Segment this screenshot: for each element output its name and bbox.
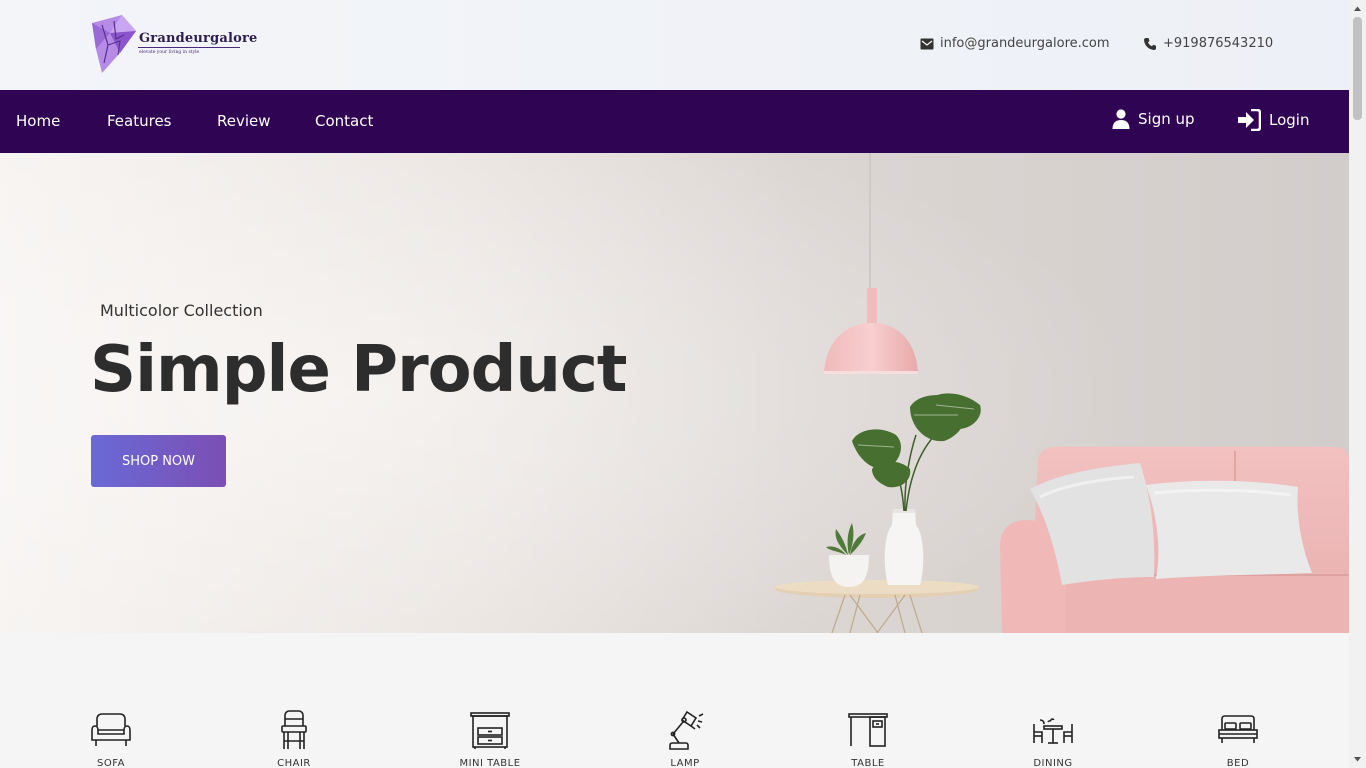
- hero-title: Simple Product: [90, 333, 627, 407]
- dining-set-icon: [1033, 718, 1073, 744]
- category-sofa[interactable]: SOFA: [51, 710, 171, 768]
- hero-subtitle: Multicolor Collection: [100, 301, 263, 320]
- signup-button[interactable]: Sign up: [1112, 109, 1195, 129]
- armchair-icon: [91, 713, 131, 746]
- chair-icon: [281, 710, 307, 749]
- nav-home[interactable]: Home: [16, 112, 60, 130]
- login-button[interactable]: Login: [1237, 109, 1309, 131]
- top-bar: Grandeurgalore elevate your living in st…: [0, 0, 1349, 90]
- category-mini-table[interactable]: MINI TABLE: [430, 710, 550, 768]
- brand-tagline: elevate your living in style: [139, 50, 200, 55]
- shop-now-button[interactable]: SHOP NOW: [91, 435, 226, 487]
- category-label: CHAIR: [277, 758, 311, 768]
- scroll-down-arrow-icon[interactable]: [1349, 751, 1366, 768]
- category-bed[interactable]: BED: [1178, 710, 1298, 768]
- category-chair[interactable]: CHAIR: [234, 710, 354, 768]
- nav-review[interactable]: Review: [217, 112, 271, 130]
- nav-features[interactable]: Features: [107, 112, 172, 130]
- category-label: LAMP: [670, 758, 700, 768]
- user-icon: [1112, 109, 1130, 129]
- brand-logo[interactable]: Grandeurgalore elevate your living in st…: [90, 15, 257, 75]
- category-dining[interactable]: DINING: [993, 710, 1113, 768]
- contact-phone-text: +919876543210: [1163, 36, 1274, 51]
- scroll-up-arrow-icon[interactable]: [1349, 0, 1366, 17]
- hero-banner: Multicolor Collection Simple Product SHO…: [0, 153, 1349, 633]
- vertical-scrollbar[interactable]: [1349, 0, 1366, 768]
- category-label: MINI TABLE: [459, 758, 521, 768]
- envelope-icon: [920, 38, 934, 49]
- contact-phone[interactable]: +919876543210: [1143, 36, 1273, 51]
- signup-label: Sign up: [1138, 110, 1195, 128]
- category-label: BED: [1226, 758, 1250, 768]
- nav-contact[interactable]: Contact: [315, 112, 373, 130]
- brand-underline: [138, 47, 240, 48]
- login-label: Login: [1269, 111, 1310, 129]
- category-label: TABLE: [851, 758, 885, 768]
- contact-email[interactable]: info@grandeurgalore.com: [920, 36, 1110, 51]
- desk-icon: [848, 713, 888, 747]
- category-label: SOFA: [97, 758, 125, 768]
- contact-email-text: info@grandeurgalore.com: [940, 36, 1110, 51]
- desk-lamp-icon: [669, 710, 704, 750]
- nightstand-icon: [470, 712, 510, 749]
- category-table[interactable]: TABLE: [808, 710, 928, 768]
- brand-name: Grandeurgalore: [139, 31, 258, 46]
- bed-icon: [1218, 715, 1258, 743]
- logo-mark-icon: [92, 15, 136, 73]
- scrollbar-thumb[interactable]: [1353, 17, 1362, 120]
- main-nav: Home Features Review Contact Sign up Log…: [0, 90, 1349, 153]
- login-icon: [1238, 109, 1261, 131]
- phone-icon: [1144, 37, 1156, 50]
- category-lamp[interactable]: LAMP: [625, 710, 745, 768]
- category-label: DINING: [1033, 758, 1073, 768]
